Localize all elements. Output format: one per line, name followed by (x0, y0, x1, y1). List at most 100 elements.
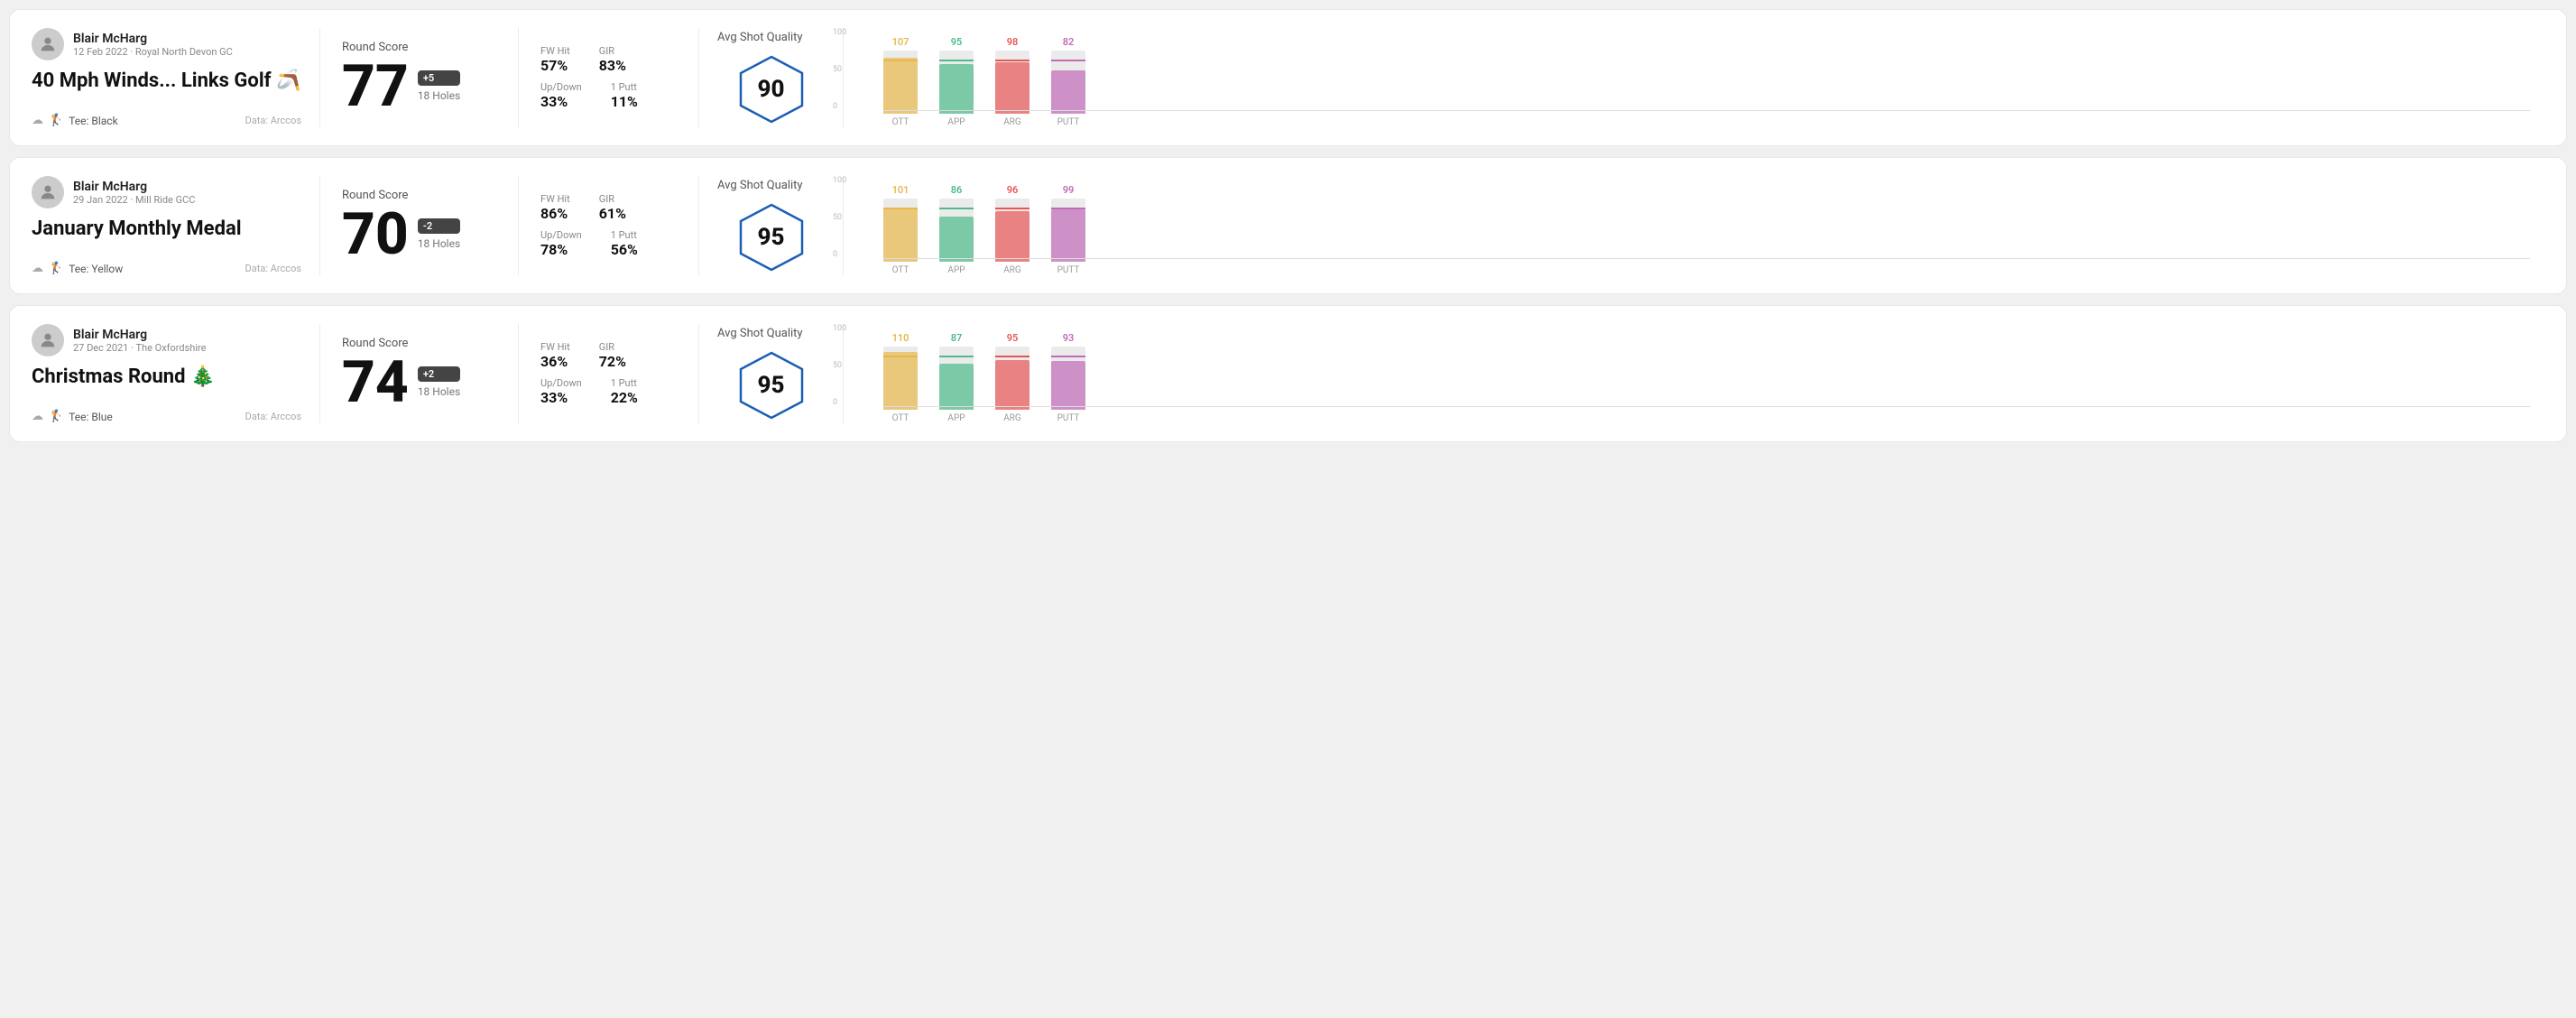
one-putt-label: 1 Putt (611, 81, 638, 93)
score-section: Round Score 74 +2 18 Holes (320, 324, 519, 423)
stats-row-bottom: Up/Down 33% 1 Putt 22% (540, 377, 677, 406)
quality-label: Avg Shot Quality (717, 327, 803, 340)
round-title: Christmas Round 🎄 (32, 366, 301, 388)
score-row: 77 +5 18 Holes (342, 58, 496, 116)
tee-label: Tee: Yellow (69, 263, 123, 275)
bar-column-ott: 101 OTT (883, 199, 918, 275)
fw-hit-value: 57% (540, 57, 570, 74)
tee-label: Tee: Black (69, 115, 117, 127)
bottom-row: ☁ 🏌 Tee: Blue Data: Arccos (32, 410, 301, 423)
bottom-row: ☁ 🏌 Tee: Yellow Data: Arccos (32, 262, 301, 275)
bar-column-putt: 82 PUTT (1051, 51, 1085, 127)
score-modifier: +5 (418, 70, 460, 86)
stats-section: FW Hit 57% GIR 83% Up/Down 33% 1 Putt (519, 28, 699, 127)
quality-section: Avg Shot Quality 95 (699, 176, 844, 275)
round-card-round2: Blair McHarg 29 Jan 2022 · Mill Ride GCC… (9, 157, 2567, 294)
hexagon: 95 (735, 201, 808, 273)
bar-column-ott: 110 OTT (883, 347, 918, 423)
stat-one-putt: 1 Putt 56% (611, 229, 638, 258)
left-section: Blair McHarg 29 Jan 2022 · Mill Ride GCC… (32, 176, 320, 275)
stat-updown: Up/Down 33% (540, 377, 582, 406)
round-title: January Monthly Medal (32, 217, 301, 240)
gir-label: GIR (599, 193, 626, 205)
fw-hit-label: FW Hit (540, 341, 570, 353)
chart-section: 100 50 0 110 OTT 87 APP (844, 324, 2544, 423)
tee-info: ☁ 🏌 Tee: Yellow (32, 262, 123, 275)
hexagon: 95 (735, 349, 808, 421)
date-course: 12 Feb 2022 · Royal North Devon GC (73, 46, 233, 58)
stats-row-top: FW Hit 57% GIR 83% (540, 45, 677, 74)
stat-fw-hit: FW Hit 57% (540, 45, 570, 74)
avatar (32, 28, 64, 60)
fw-hit-value: 86% (540, 205, 570, 222)
stat-fw-hit: FW Hit 36% (540, 341, 570, 370)
date-course: 27 Dec 2021 · The Oxfordshire (73, 342, 206, 354)
fw-hit-label: FW Hit (540, 45, 570, 57)
user-info: Blair McHarg 27 Dec 2021 · The Oxfordshi… (73, 328, 206, 354)
fw-hit-label: FW Hit (540, 193, 570, 205)
bottom-row: ☁ 🏌 Tee: Black Data: Arccos (32, 114, 301, 127)
score-row: 70 -2 18 Holes (342, 206, 496, 264)
gir-value: 61% (599, 205, 626, 222)
weather-icon: ☁ (32, 410, 43, 423)
chart-wrapper: 100 50 0 107 OTT 95 APP (858, 28, 2530, 127)
user-name: Blair McHarg (73, 180, 195, 194)
bag-icon: 🏌 (49, 262, 63, 275)
left-section: Blair McHarg 27 Dec 2021 · The Oxfordshi… (32, 324, 320, 423)
updown-label: Up/Down (540, 229, 582, 241)
one-putt-label: 1 Putt (611, 229, 638, 241)
data-source: Data: Arccos (245, 263, 301, 274)
score-row: 74 +2 18 Holes (342, 354, 496, 412)
round-card-round1: Blair McHarg 12 Feb 2022 · Royal North D… (9, 9, 2567, 146)
bar-column-ott: 107 OTT (883, 51, 918, 127)
avatar (32, 324, 64, 356)
holes-label: 18 Holes (418, 385, 460, 398)
big-score: 74 (342, 354, 409, 412)
bar-column-arg: 96 ARG (995, 199, 1029, 275)
score-modifier: +2 (418, 366, 460, 382)
stats-section: FW Hit 86% GIR 61% Up/Down 78% 1 Putt (519, 176, 699, 275)
user-name: Blair McHarg (73, 328, 206, 342)
updown-value: 33% (540, 389, 582, 406)
one-putt-value: 56% (611, 241, 638, 258)
tee-info: ☁ 🏌 Tee: Blue (32, 410, 113, 423)
score-meta: +5 18 Holes (418, 70, 460, 102)
stats-row-bottom: Up/Down 78% 1 Putt 56% (540, 229, 677, 258)
bag-icon: 🏌 (49, 410, 63, 423)
bar-column-arg: 98 ARG (995, 51, 1029, 127)
one-putt-value: 22% (611, 389, 638, 406)
stat-updown: Up/Down 33% (540, 81, 582, 110)
round-title: 40 Mph Winds... Links Golf 🪃 (32, 69, 301, 92)
gir-label: GIR (599, 341, 626, 353)
tee-info: ☁ 🏌 Tee: Black (32, 114, 118, 127)
quality-section: Avg Shot Quality 90 (699, 28, 844, 127)
gir-label: GIR (599, 45, 626, 57)
stat-one-putt: 1 Putt 22% (611, 377, 638, 406)
date-course: 29 Jan 2022 · Mill Ride GCC (73, 194, 195, 206)
stat-updown: Up/Down 78% (540, 229, 582, 258)
holes-label: 18 Holes (418, 237, 460, 250)
quality-label: Avg Shot Quality (717, 31, 803, 44)
score-section: Round Score 70 -2 18 Holes (320, 176, 519, 275)
one-putt-value: 11% (611, 93, 638, 110)
updown-label: Up/Down (540, 81, 582, 93)
stat-gir: GIR 72% (599, 341, 626, 370)
bar-column-app: 86 APP (939, 199, 974, 275)
user-row: Blair McHarg 27 Dec 2021 · The Oxfordshi… (32, 324, 301, 356)
updown-label: Up/Down (540, 377, 582, 389)
bar-column-putt: 93 PUTT (1051, 347, 1085, 423)
chart-section: 100 50 0 101 OTT 86 APP (844, 176, 2544, 275)
hexagon: 90 (735, 53, 808, 125)
bag-icon: 🏌 (49, 114, 63, 127)
user-info: Blair McHarg 29 Jan 2022 · Mill Ride GCC (73, 180, 195, 206)
chart-section: 100 50 0 107 OTT 95 APP (844, 28, 2544, 127)
score-meta: +2 18 Holes (418, 366, 460, 398)
weather-icon: ☁ (32, 262, 43, 275)
updown-value: 78% (540, 241, 582, 258)
bar-column-arg: 95 ARG (995, 347, 1029, 423)
stats-row-top: FW Hit 36% GIR 72% (540, 341, 677, 370)
user-name: Blair McHarg (73, 32, 233, 46)
gir-value: 83% (599, 57, 626, 74)
chart-wrapper: 100 50 0 101 OTT 86 APP (858, 176, 2530, 275)
user-info: Blair McHarg 12 Feb 2022 · Royal North D… (73, 32, 233, 58)
